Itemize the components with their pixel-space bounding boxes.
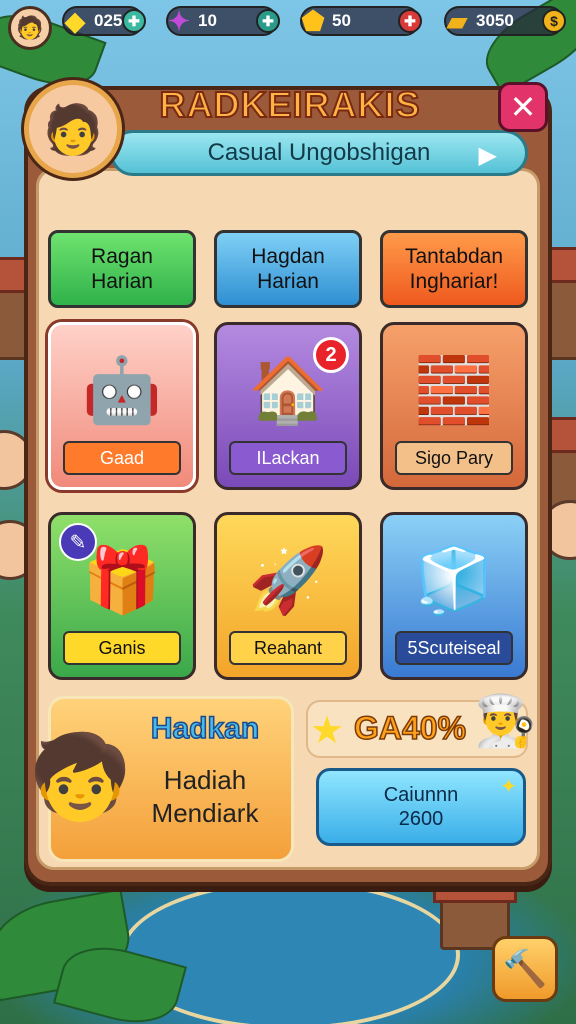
gift-box-icon: 🎁 — [82, 543, 162, 618]
reward-value: GA40% — [353, 709, 467, 747]
promo-description: Hadiah Mendiark — [130, 764, 280, 829]
item-label: Ganis — [63, 631, 181, 665]
tab-daily-green[interactable]: Ragan Harian — [48, 230, 196, 308]
gem-icon: ◆ — [65, 5, 85, 36]
promo-desc-line: Mendiark — [151, 797, 259, 828]
tab-label: Hagdan Harian — [251, 244, 325, 293]
item-label: 5Scuteiseal — [395, 631, 513, 665]
sparkle-icon: ✦ — [500, 776, 517, 798]
blocks-icon: 🧱 — [414, 353, 494, 428]
crystal-icon: ✦ — [168, 5, 190, 36]
close-button[interactable]: ✕ — [498, 82, 548, 132]
item-card[interactable]: 🚀 Reahant — [214, 512, 362, 680]
gem-value: 025 — [94, 11, 123, 30]
shield-coin-icon: ⬟ — [301, 5, 325, 36]
mascot-character: 🧒 — [28, 730, 132, 825]
tab-special[interactable]: Tantabdan Inghariar! — [380, 230, 528, 308]
shield-coin-counter: ⬟ 50 ✚ — [300, 6, 422, 36]
item-label: Reahant — [229, 631, 347, 665]
notification-badge: 2 — [313, 337, 349, 373]
item-label: Sigo Pary — [395, 441, 513, 475]
add-crystal-button[interactable]: ✚ — [256, 9, 280, 33]
add-gold-button[interactable]: $ — [542, 9, 566, 33]
chef-hat-icon: 👨‍🍳 — [474, 692, 537, 750]
category-selector[interactable]: Casual Ungobshigan ▶ — [110, 130, 528, 176]
add-shield-coin-button[interactable]: ✚ — [398, 9, 422, 33]
promo-desc-line: Hadiah — [163, 765, 247, 795]
claim-amount: 2600 — [398, 808, 444, 830]
gold-counter: ▰ 3050 $ — [444, 6, 566, 36]
tab-label: Ragan Harian — [91, 244, 153, 293]
gold-bar-icon: ▰ — [447, 5, 467, 36]
player-avatar[interactable]: 🧑 — [8, 6, 52, 50]
item-card[interactable]: 🧱 Sigo Pary — [380, 322, 528, 490]
item-label: Gaad — [63, 441, 181, 475]
star-icon: ★ — [310, 708, 345, 752]
robot-toy-icon: 🤖 — [82, 353, 162, 428]
item-card[interactable]: 🧊 5Scuteiseal — [380, 512, 528, 680]
item-card[interactable]: ✎ 🎁 Ganis — [48, 512, 196, 680]
gold-value: 3050 — [476, 11, 514, 30]
hut-decoration — [541, 247, 576, 360]
claim-label: Caiunnn — [383, 784, 459, 806]
profile-avatar[interactable]: 🧑 — [24, 80, 122, 178]
rocket-icon: 🚀 — [248, 543, 328, 618]
crystal-counter: ✦ 10 ✚ — [166, 6, 280, 36]
promo-title: Hadkan — [150, 711, 260, 746]
add-gem-button[interactable]: ✚ — [122, 9, 146, 33]
claim-button[interactable]: ✦ Caiunnn 2600 — [316, 768, 526, 846]
shield-coin-value: 50 — [332, 11, 351, 30]
cubes-icon: 🧊 — [414, 543, 494, 618]
item-card[interactable]: 🏠 2 ILackan — [214, 322, 362, 490]
gem-counter: ◆ 025 ✚ — [62, 6, 146, 36]
page-title: RADKEIRAKIS — [158, 83, 421, 126]
build-hammer-button[interactable]: 🔨 — [492, 936, 558, 1002]
tab-label: Tantabdan Inghariar! — [404, 244, 504, 293]
item-label: ILackan — [229, 441, 347, 475]
category-label: Casual Ungobshigan — [207, 139, 431, 166]
tab-daily-blue[interactable]: Hagdan Harian — [214, 230, 362, 308]
item-card[interactable]: 🤖 Gaad — [48, 322, 196, 490]
crystal-value: 10 — [198, 11, 217, 30]
chevron-right-icon: ▶ — [478, 142, 497, 169]
